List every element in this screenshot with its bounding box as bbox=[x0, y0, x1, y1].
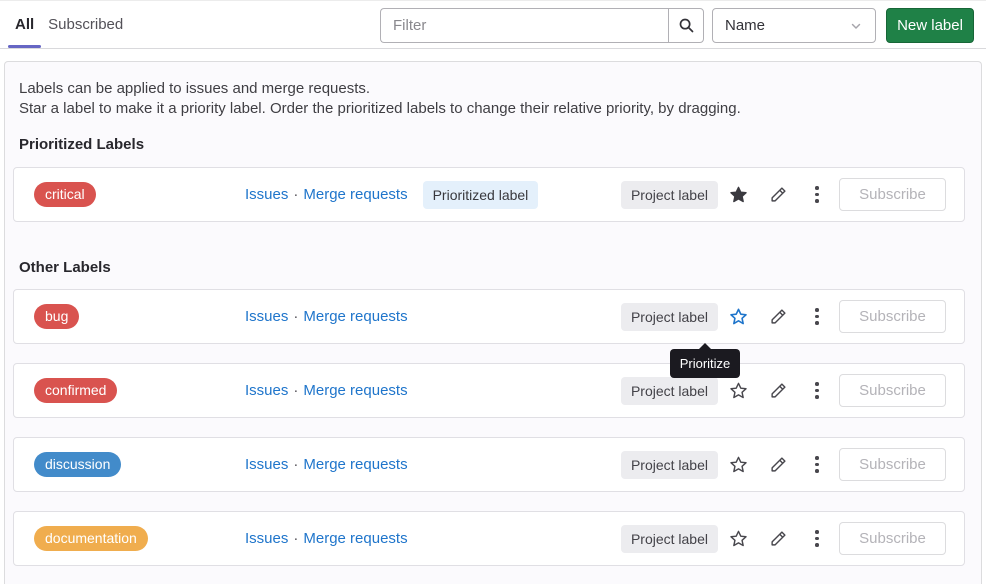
kebab-menu-button[interactable] bbox=[798, 522, 836, 556]
label-pill: bug bbox=[34, 304, 79, 329]
label-links: Issues · Merge requests bbox=[245, 308, 408, 325]
label-row-documentation: documentation Issues · Merge requests Pr… bbox=[13, 511, 965, 566]
kebab-menu-button[interactable] bbox=[798, 374, 836, 408]
kebab-icon bbox=[815, 186, 819, 203]
label-row-critical: critical Issues · Merge requests Priorit… bbox=[13, 167, 965, 222]
label-row-bug: bug Issues · Merge requests Project labe… bbox=[13, 289, 965, 344]
search-icon bbox=[678, 17, 695, 34]
project-label-badge: Project label bbox=[621, 181, 718, 209]
merge-requests-link[interactable]: Merge requests bbox=[303, 382, 407, 399]
label-pill: documentation bbox=[34, 526, 148, 551]
star-icon bbox=[729, 185, 748, 204]
star-icon bbox=[729, 455, 748, 474]
kebab-icon bbox=[815, 308, 819, 325]
kebab-icon bbox=[815, 456, 819, 473]
star-button[interactable] bbox=[718, 178, 758, 212]
star-button-hovered[interactable] bbox=[718, 300, 758, 334]
prioritized-labels-heading: Prioritized Labels bbox=[13, 136, 965, 153]
label-pill: discussion bbox=[34, 452, 121, 477]
labels-container: Labels can be applied to issues and merg… bbox=[4, 61, 982, 584]
new-label-button[interactable]: New label bbox=[886, 8, 974, 43]
label-row-discussion: discussion Issues · Merge requests Proje… bbox=[13, 437, 965, 492]
label-pill: critical bbox=[34, 182, 96, 207]
tooltip-arrow bbox=[698, 343, 712, 350]
other-labels-heading: Other Labels bbox=[13, 259, 965, 276]
label-links: Issues · Merge requests Prioritized labe… bbox=[245, 181, 538, 209]
merge-requests-link[interactable]: Merge requests bbox=[303, 456, 407, 473]
filter-input[interactable] bbox=[380, 8, 668, 43]
star-icon bbox=[729, 529, 748, 548]
subscribe-button[interactable]: Subscribe bbox=[839, 448, 946, 481]
tab-all[interactable]: All bbox=[8, 1, 41, 48]
project-label-badge: Project label bbox=[621, 525, 718, 553]
pencil-button[interactable] bbox=[758, 178, 798, 212]
subscribe-button[interactable]: Subscribe bbox=[839, 300, 946, 333]
issues-link[interactable]: Issues bbox=[245, 382, 288, 399]
kebab-menu-button[interactable] bbox=[798, 178, 836, 212]
pencil-button[interactable] bbox=[758, 448, 798, 482]
prioritize-tooltip: Prioritize bbox=[670, 349, 740, 378]
project-label-badge: Project label bbox=[621, 451, 718, 479]
labels-toolbar: All Subscribed Name New label bbox=[0, 0, 986, 49]
search-button[interactable] bbox=[668, 8, 704, 43]
label-links: Issues · Merge requests bbox=[245, 530, 408, 547]
star-button[interactable] bbox=[718, 374, 758, 408]
chevron-down-icon bbox=[849, 19, 863, 33]
label-links: Issues · Merge requests bbox=[245, 456, 408, 473]
issues-link[interactable]: Issues bbox=[245, 308, 288, 325]
pencil-icon bbox=[770, 382, 787, 399]
tooltip-text: Prioritize bbox=[670, 349, 740, 378]
label-links: Issues · Merge requests bbox=[245, 382, 408, 399]
prioritized-label-badge: Prioritized label bbox=[423, 181, 539, 209]
pencil-button[interactable] bbox=[758, 522, 798, 556]
labels-description: Labels can be applied to issues and merg… bbox=[13, 79, 965, 119]
merge-requests-link[interactable]: Merge requests bbox=[303, 530, 407, 547]
description-line-1: Labels can be applied to issues and merg… bbox=[19, 79, 965, 99]
star-button[interactable] bbox=[718, 448, 758, 482]
pencil-icon bbox=[770, 186, 787, 203]
subscribe-button[interactable]: Subscribe bbox=[839, 178, 946, 211]
kebab-icon bbox=[815, 382, 819, 399]
pencil-icon bbox=[770, 456, 787, 473]
kebab-menu-button[interactable] bbox=[798, 300, 836, 334]
subscribe-button[interactable]: Subscribe bbox=[839, 374, 946, 407]
pencil-button[interactable] bbox=[758, 374, 798, 408]
kebab-menu-button[interactable] bbox=[798, 448, 836, 482]
issues-link[interactable]: Issues bbox=[245, 456, 288, 473]
project-label-badge: Project label bbox=[621, 377, 718, 405]
issues-link[interactable]: Issues bbox=[245, 186, 288, 203]
sort-dropdown[interactable]: Name bbox=[712, 8, 876, 43]
star-icon bbox=[729, 307, 748, 326]
label-pill: confirmed bbox=[34, 378, 117, 403]
sort-dropdown-value: Name bbox=[725, 17, 765, 34]
pencil-icon bbox=[770, 530, 787, 547]
label-row-confirmed: confirmed Issues · Merge requests Projec… bbox=[13, 363, 965, 418]
pencil-button[interactable] bbox=[758, 300, 798, 334]
subscribe-button[interactable]: Subscribe bbox=[839, 522, 946, 555]
project-label-badge: Project label bbox=[621, 303, 718, 331]
issues-link[interactable]: Issues bbox=[245, 530, 288, 547]
merge-requests-link[interactable]: Merge requests bbox=[303, 186, 407, 203]
star-button[interactable] bbox=[718, 522, 758, 556]
merge-requests-link[interactable]: Merge requests bbox=[303, 308, 407, 325]
tab-subscribed[interactable]: Subscribed bbox=[41, 1, 130, 48]
kebab-icon bbox=[815, 530, 819, 547]
description-line-2: Star a label to make it a priority label… bbox=[19, 99, 965, 119]
star-icon bbox=[729, 381, 748, 400]
filter-group bbox=[380, 8, 704, 43]
pencil-icon bbox=[770, 308, 787, 325]
